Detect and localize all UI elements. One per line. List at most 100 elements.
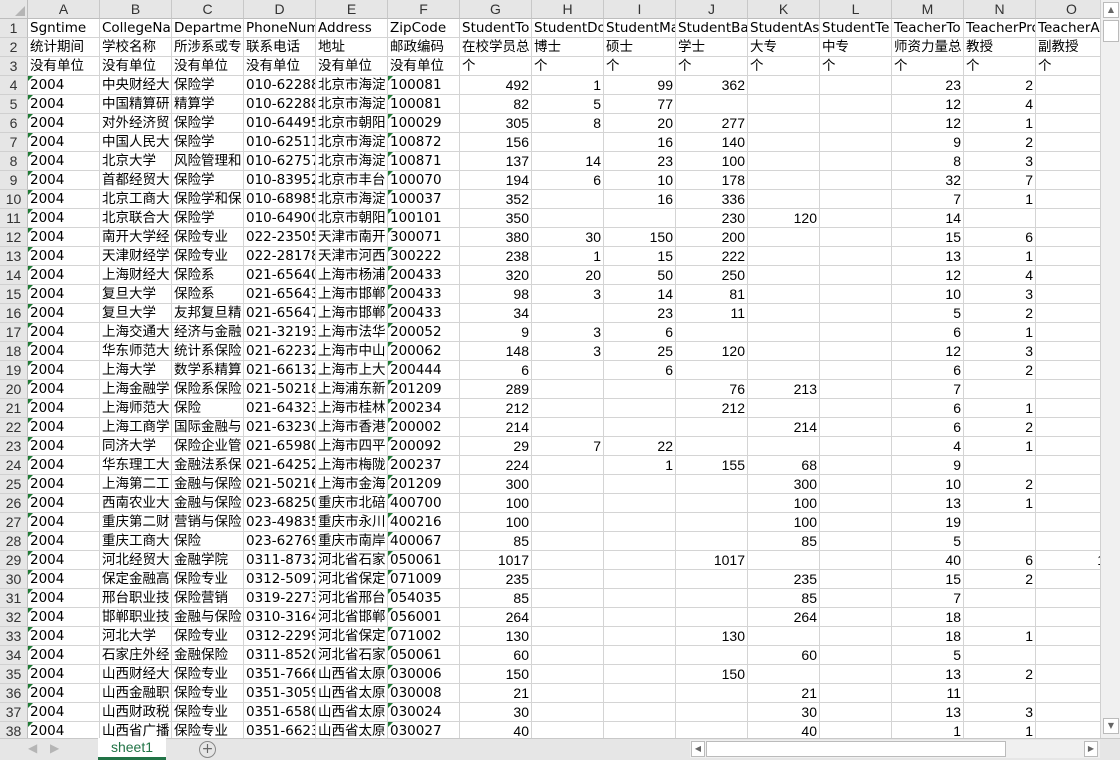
table-cell[interactable]: 30 (748, 703, 820, 722)
table-cell[interactable]: 10 (892, 285, 964, 304)
table-cell[interactable]: 北京市海淀 (316, 95, 388, 114)
table-cell[interactable]: 120 (676, 342, 748, 361)
table-cell[interactable]: 6 (604, 361, 676, 380)
table-cell[interactable] (532, 209, 604, 228)
row-header[interactable]: 17 (0, 323, 28, 342)
table-cell[interactable]: 85 (748, 532, 820, 551)
column-header-g[interactable]: G (460, 0, 532, 19)
table-cell[interactable]: 北京市海淀 (316, 190, 388, 209)
table-cell[interactable]: 32 (892, 171, 964, 190)
table-cell[interactable] (820, 152, 892, 171)
table-cell[interactable]: 数学系精算 (172, 361, 244, 380)
table-cell[interactable]: 12 (892, 266, 964, 285)
table-cell[interactable] (820, 171, 892, 190)
table-cell[interactable] (748, 304, 820, 323)
header-cell[interactable]: 个 (604, 57, 676, 76)
table-cell[interactable]: 77 (604, 95, 676, 114)
table-cell[interactable]: 复旦大学 (100, 304, 172, 323)
table-cell[interactable]: 100 (748, 494, 820, 513)
header-cell[interactable]: 个 (964, 57, 1036, 76)
table-cell[interactable]: 15 (892, 570, 964, 589)
table-cell[interactable]: 保险系 (172, 266, 244, 285)
table-cell[interactable] (748, 76, 820, 95)
table-cell[interactable] (748, 190, 820, 209)
table-cell[interactable] (1036, 342, 1100, 361)
table-cell[interactable] (748, 247, 820, 266)
table-cell[interactable] (820, 285, 892, 304)
table-cell[interactable] (1036, 494, 1100, 513)
table-cell[interactable]: 200092 (388, 437, 460, 456)
table-cell[interactable]: 重庆市永川 (316, 513, 388, 532)
table-cell[interactable]: 上海大学 (100, 361, 172, 380)
table-cell[interactable]: 030027 (388, 722, 460, 738)
table-cell[interactable]: 100 (748, 513, 820, 532)
table-cell[interactable]: 29 (460, 437, 532, 456)
header-cell[interactable]: 教授 (964, 38, 1036, 57)
table-cell[interactable]: 0351-7666 (244, 665, 316, 684)
table-cell[interactable] (604, 399, 676, 418)
table-cell[interactable]: 022-28178 (244, 247, 316, 266)
table-cell[interactable]: 82 (460, 95, 532, 114)
table-cell[interactable]: 100029 (388, 114, 460, 133)
header-cell[interactable]: 没有单位 (244, 57, 316, 76)
header-cell[interactable]: 个 (820, 57, 892, 76)
table-cell[interactable]: 2004 (28, 494, 100, 513)
header-cell[interactable]: TeacherTo (892, 19, 964, 38)
table-cell[interactable]: 河北省石家 (316, 646, 388, 665)
table-cell[interactable]: 200052 (388, 323, 460, 342)
table-cell[interactable] (1036, 266, 1100, 285)
table-cell[interactable] (604, 627, 676, 646)
table-cell[interactable]: 2004 (28, 589, 100, 608)
table-cell[interactable] (604, 418, 676, 437)
table-cell[interactable]: 上海浦东新 (316, 380, 388, 399)
table-cell[interactable]: 保险营销 (172, 589, 244, 608)
table-cell[interactable] (1036, 285, 1100, 304)
table-cell[interactable]: 021-50216 (244, 475, 316, 494)
table-cell[interactable]: 中国人民大 (100, 133, 172, 152)
table-cell[interactable]: 7 (532, 437, 604, 456)
table-cell[interactable] (748, 665, 820, 684)
table-cell[interactable] (1036, 722, 1100, 738)
table-cell[interactable]: 250 (676, 266, 748, 285)
row-header[interactable]: 22 (0, 418, 28, 437)
header-cell[interactable]: 师资力量总 (892, 38, 964, 57)
table-cell[interactable]: 上海市梅陇 (316, 456, 388, 475)
header-cell[interactable]: 个 (676, 57, 748, 76)
table-cell[interactable]: 21 (460, 684, 532, 703)
table-cell[interactable]: 021-64252 (244, 456, 316, 475)
table-cell[interactable]: 保险专业 (172, 665, 244, 684)
table-cell[interactable]: 2004 (28, 703, 100, 722)
header-cell[interactable]: StudentBa (676, 19, 748, 38)
table-cell[interactable]: 100 (460, 494, 532, 513)
table-cell[interactable]: 3 (964, 285, 1036, 304)
row-header[interactable]: 23 (0, 437, 28, 456)
table-cell[interactable]: 5 (532, 95, 604, 114)
table-cell[interactable] (604, 722, 676, 738)
table-cell[interactable] (1036, 190, 1100, 209)
table-cell[interactable]: 北京市朝阳 (316, 209, 388, 228)
table-cell[interactable]: 0310-3164 (244, 608, 316, 627)
header-cell[interactable]: 在校学员总 (460, 38, 532, 57)
row-header[interactable]: 8 (0, 152, 28, 171)
header-cell[interactable]: Departmen (172, 19, 244, 38)
table-cell[interactable] (676, 418, 748, 437)
table-cell[interactable] (532, 551, 604, 570)
table-cell[interactable]: 100070 (388, 171, 460, 190)
table-cell[interactable]: 200237 (388, 456, 460, 475)
table-cell[interactable]: 2004 (28, 418, 100, 437)
table-cell[interactable]: 2 (964, 76, 1036, 95)
table-cell[interactable]: 021-65980 (244, 437, 316, 456)
table-cell[interactable]: 2004 (28, 399, 100, 418)
table-cell[interactable]: 010-62288 (244, 95, 316, 114)
table-cell[interactable]: 056001 (388, 608, 460, 627)
table-cell[interactable] (604, 209, 676, 228)
table-cell[interactable]: 010-62288 (244, 76, 316, 95)
table-cell[interactable] (964, 513, 1036, 532)
row-header[interactable]: 35 (0, 665, 28, 684)
table-cell[interactable]: 60 (748, 646, 820, 665)
table-cell[interactable]: 2004 (28, 722, 100, 738)
table-cell[interactable] (1036, 684, 1100, 703)
table-cell[interactable]: 2004 (28, 247, 100, 266)
header-cell[interactable]: 没有单位 (172, 57, 244, 76)
table-cell[interactable]: 3 (964, 342, 1036, 361)
